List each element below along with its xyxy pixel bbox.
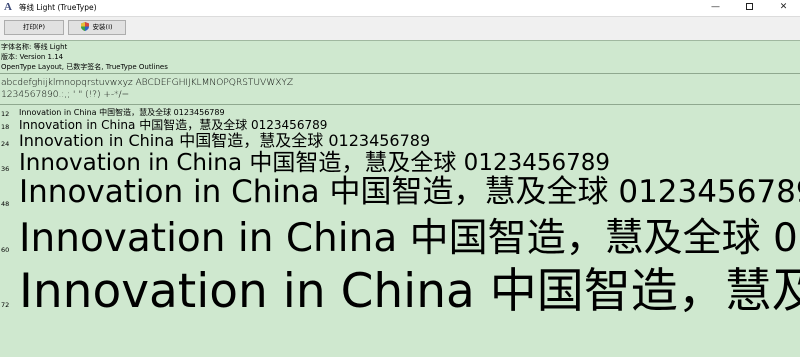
font-viewer-window: A 等线 Light (TrueType) — ✕ 打印(P) 安装(I) 字体…	[0, 0, 800, 357]
sample-row-60: 60 Innovation in China 中国智造，慧及全球 0123456…	[0, 217, 800, 265]
print-button[interactable]: 打印(P)	[4, 20, 64, 35]
toolbar: 打印(P) 安装(I)	[0, 16, 800, 40]
close-icon: ✕	[779, 2, 788, 12]
install-button[interactable]: 安装(I)	[68, 20, 126, 35]
sample-text: Innovation in China 中国智造，慧及全球 0123456789	[19, 264, 800, 319]
sample-text: Innovation in China 中国智造，慧及全球 0123456789	[19, 174, 800, 210]
size-label: 60	[1, 246, 10, 254]
shield-icon	[81, 21, 90, 31]
sample-text: Innovation in China 中国智造，慧及全球 0123456789	[19, 216, 800, 261]
charset-letters: abcdefghijklmnopqrstuvwxyz ABCDEFGHIJKLM…	[1, 77, 294, 88]
minimize-icon: —	[711, 2, 720, 12]
sample-row-48: 48 Innovation in China 中国智造，慧及全球 0123456…	[0, 174, 800, 217]
sample-text: Innovation in China 中国智造，慧及全球 0123456789	[19, 150, 611, 176]
sample-text: Innovation in China 中国智造，慧及全球 0123456789	[19, 118, 328, 132]
title-bar[interactable]: A 等线 Light (TrueType) — ✕	[0, 0, 800, 16]
maximize-button[interactable]	[733, 0, 766, 16]
size-label: 72	[1, 301, 10, 309]
size-label: 48	[1, 200, 10, 208]
info-divider	[0, 73, 800, 74]
maximize-icon	[746, 3, 753, 10]
install-button-label: 安装(I)	[92, 23, 113, 31]
minimize-button[interactable]: —	[699, 0, 732, 16]
size-label: 18	[1, 123, 10, 131]
window-title: 等线 Light (TrueType)	[19, 3, 97, 12]
close-button[interactable]: ✕	[767, 0, 800, 16]
font-preview-area[interactable]: 字体名称: 等线 Light 版本: Version 1.14 OpenType…	[0, 40, 800, 357]
print-button-label: 打印(P)	[23, 23, 45, 31]
font-name-line: 字体名称: 等线 Light	[1, 43, 68, 51]
size-label: 12	[1, 110, 10, 118]
font-version-line: 版本: Version 1.14	[1, 53, 64, 61]
charset-symbols: 1234567890.:,; ' " (!?) +-*/=	[1, 89, 130, 100]
sample-row-72: 72 Innovation in China 中国智造，慧及全球 0123456…	[0, 265, 800, 345]
font-features-line: OpenType Layout, 已数字签名, TrueType Outline…	[1, 63, 168, 71]
size-label: 24	[1, 140, 10, 148]
charset-divider	[0, 104, 800, 105]
sample-text: Innovation in China 中国智造，慧及全球 0123456789	[19, 131, 431, 150]
sample-text: Innovation in China 中国智造，慧及全球 0123456789	[19, 108, 225, 117]
font-app-icon: A	[4, 1, 12, 13]
size-label: 36	[1, 165, 10, 173]
